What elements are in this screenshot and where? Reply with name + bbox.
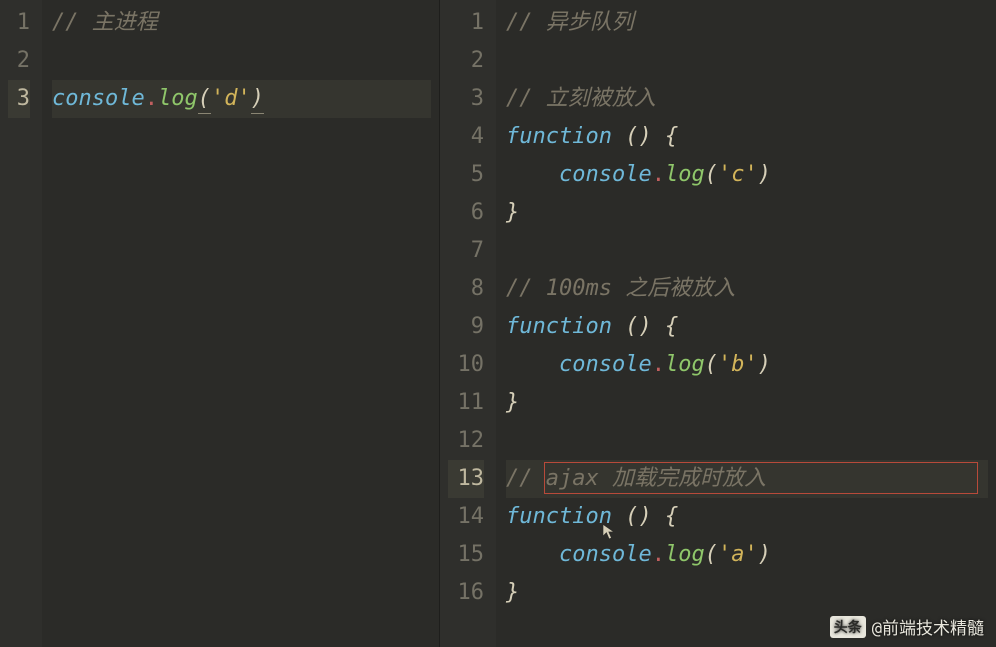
line-number: 2 [448, 42, 484, 80]
paren-open: ( [705, 542, 718, 567]
code-line[interactable]: } [506, 194, 988, 232]
brace-close: } [506, 580, 519, 605]
dot: . [652, 542, 665, 567]
line-number: 6 [448, 194, 484, 232]
gutter-right: 12345678910111213141516 [440, 0, 496, 647]
line-number: 7 [448, 232, 484, 270]
paren-open: ( [705, 352, 718, 377]
comment-text: // 立刻被放入 [506, 86, 656, 111]
gutter-left: 123 [0, 0, 42, 647]
line-number: 10 [448, 346, 484, 384]
comment-text: // ajax 加载完成时放入 [506, 466, 766, 491]
method-log: log [665, 162, 705, 187]
brace-open: { [665, 504, 678, 529]
code-line[interactable]: console.log('a') [506, 536, 988, 574]
comment-text: // 100ms 之后被放入 [506, 276, 735, 301]
method-log: log [158, 86, 198, 111]
code-line[interactable]: // 异步队列 [506, 4, 988, 42]
line-number: 15 [448, 536, 484, 574]
method-log: log [665, 352, 705, 377]
brace-close: } [506, 390, 519, 415]
ident-console: console [559, 162, 652, 187]
code-line[interactable]: console.log('d') [52, 80, 431, 118]
parens: () [625, 124, 652, 149]
line-number: 4 [448, 118, 484, 156]
line-number: 1 [8, 4, 30, 42]
line-number: 1 [448, 4, 484, 42]
line-number: 11 [448, 384, 484, 422]
comment-text: // 异步队列 [506, 10, 634, 35]
code-line[interactable]: } [506, 574, 988, 612]
paren-close: ) [758, 162, 771, 187]
code-line[interactable]: function () { [506, 498, 988, 536]
line-number: 3 [8, 80, 30, 118]
code-left[interactable]: // 主进程 console.log('d') [42, 0, 439, 647]
line-number: 2 [8, 42, 30, 80]
paren-close: ) [758, 352, 771, 377]
parens: () [625, 314, 652, 339]
line-number: 5 [448, 156, 484, 194]
line-number: 16 [448, 574, 484, 612]
editor-pane-left[interactable]: 123 // 主进程 console.log('d') [0, 0, 440, 647]
code-line[interactable]: // ajax 加载完成时放入 [506, 460, 988, 498]
parens: () [625, 504, 652, 529]
line-number: 9 [448, 308, 484, 346]
brace-open: { [665, 124, 678, 149]
code-line[interactable]: console.log('b') [506, 346, 988, 384]
comment-text: // 主进程 [52, 10, 158, 35]
code-line[interactable]: console.log('c') [506, 156, 988, 194]
line-number: 8 [448, 270, 484, 308]
code-line[interactable] [506, 42, 988, 80]
line-number: 14 [448, 498, 484, 536]
code-line[interactable]: // 立刻被放入 [506, 80, 988, 118]
dot: . [652, 352, 665, 377]
line-number: 3 [448, 80, 484, 118]
watermark-badge: 头条 [830, 616, 866, 638]
watermark-text: @前端技术精髓 [872, 614, 984, 639]
method-log: log [665, 542, 705, 567]
keyword-function: function [506, 314, 612, 339]
editor-pane-right[interactable]: 12345678910111213141516 // 异步队列 // 立刻被放入… [440, 0, 996, 647]
dot: . [652, 162, 665, 187]
brace-close: } [506, 200, 519, 225]
code-line[interactable]: } [506, 384, 988, 422]
string-arg: 'a' [718, 542, 758, 567]
line-number: 12 [448, 422, 484, 460]
paren-close: ) [758, 542, 771, 567]
ident-console: console [559, 352, 652, 377]
code-line[interactable] [506, 422, 988, 460]
code-line[interactable] [52, 42, 431, 80]
keyword-function: function [506, 504, 612, 529]
line-number: 13 [448, 460, 484, 498]
ident-console: console [559, 542, 652, 567]
keyword-function: function [506, 124, 612, 149]
code-line[interactable]: function () { [506, 308, 988, 346]
code-line[interactable] [506, 232, 988, 270]
ident-console: console [52, 86, 145, 111]
code-line[interactable]: // 100ms 之后被放入 [506, 270, 988, 308]
watermark: 头条 @前端技术精髓 [830, 614, 984, 639]
string-arg: 'd' [211, 86, 251, 111]
brace-open: { [665, 314, 678, 339]
code-line[interactable]: function () { [506, 118, 988, 156]
code-right[interactable]: // 异步队列 // 立刻被放入function () { console.lo… [496, 0, 996, 647]
code-line[interactable]: // 主进程 [52, 4, 431, 42]
dot: . [145, 86, 158, 111]
string-arg: 'b' [718, 352, 758, 377]
paren-open: ( [705, 162, 718, 187]
string-arg: 'c' [718, 162, 758, 187]
paren-close: ) [251, 85, 264, 114]
paren-open: ( [198, 85, 211, 114]
